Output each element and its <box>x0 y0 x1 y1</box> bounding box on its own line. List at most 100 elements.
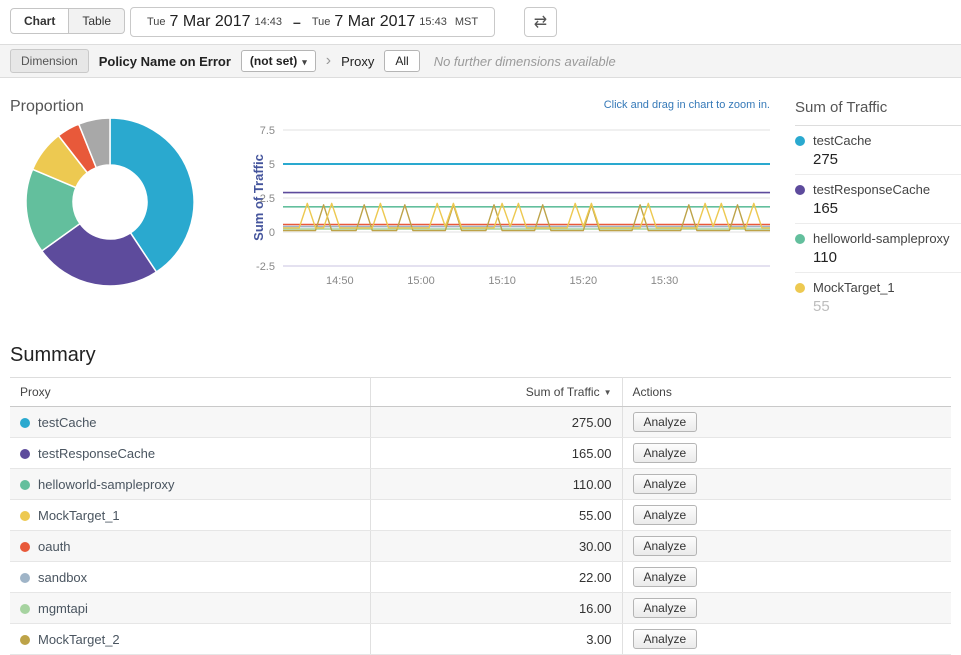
actions-cell: Analyze <box>622 500 951 531</box>
proxy-cell: oauth <box>10 531 370 562</box>
traffic-value-cell: 16.00 <box>370 593 622 624</box>
chevron-down-icon: ▾ <box>302 57 307 67</box>
legend-item[interactable]: MockTarget_1 55 <box>795 273 961 321</box>
column-header-traffic-label: Sum of Traffic <box>526 385 600 399</box>
traffic-value-cell: 30.00 <box>370 531 622 562</box>
legend-items: testCache275testResponseCache165hellowor… <box>795 126 961 321</box>
traffic-value-cell: 55.00 <box>370 500 622 531</box>
y-tick-label: 0 <box>269 227 275 239</box>
actions-cell: Analyze <box>622 469 951 500</box>
legend-item-name: helloworld-sampleproxy <box>813 231 950 246</box>
date-range-picker[interactable]: Tue 7 Mar 2017 14:43 – Tue 7 Mar 2017 15… <box>130 7 495 37</box>
dimension-chip[interactable]: Dimension <box>10 49 89 73</box>
table-row: sandbox22.00 Analyze <box>10 562 951 593</box>
chart-view-button[interactable]: Chart <box>10 8 69 34</box>
x-tick-label: 14:50 <box>326 275 354 287</box>
table-view-button[interactable]: Table <box>69 8 125 34</box>
y-tick-label: -2.5 <box>256 261 275 273</box>
proxy-dimension-label: Proxy <box>341 54 374 69</box>
analyze-button[interactable]: Analyze <box>633 567 698 587</box>
analyze-button[interactable]: Analyze <box>633 505 698 525</box>
traffic-value-cell: 3.00 <box>370 624 622 655</box>
x-tick-label: 15:10 <box>488 275 516 287</box>
proxy-name: MockTarget_1 <box>38 508 120 523</box>
refresh-button[interactable]: ⇄ <box>524 7 557 37</box>
proportion-title: Proportion <box>10 98 84 116</box>
proxy-name: testCache <box>38 415 97 430</box>
proxy-color-dot <box>20 542 30 552</box>
legend-item[interactable]: helloworld-sampleproxy110 <box>795 224 961 273</box>
proxy-name: testResponseCache <box>38 446 155 461</box>
top-toolbar: Chart Table Tue 7 Mar 2017 14:43 – Tue 7… <box>0 0 961 44</box>
traffic-value-cell: 275.00 <box>370 407 622 438</box>
summary-table-body: testCache 275.00 Analyze testResponseCache 1… <box>10 407 951 655</box>
table-row: MockTarget_1 55.00 Analyze <box>10 500 951 531</box>
actions-cell: Analyze <box>622 438 951 469</box>
x-tick-label: 15:20 <box>570 275 598 287</box>
legend-item-name: MockTarget_1 <box>813 280 895 295</box>
policy-dimension-label: Policy Name on Error <box>99 54 231 69</box>
traffic-value-cell: 165.00 <box>370 438 622 469</box>
legend-color-dot <box>795 185 805 195</box>
table-row: mgmtapi 16.00 Analyze <box>10 593 951 624</box>
proxy-cell: testCache <box>10 407 370 438</box>
analyze-button[interactable]: Analyze <box>633 474 698 494</box>
proxy-color-dot <box>20 449 30 459</box>
actions-cell: Analyze <box>622 531 951 562</box>
table-row: testResponseCache 165.00 Analyze <box>10 438 951 469</box>
column-header-proxy[interactable]: Proxy <box>10 378 370 407</box>
proxy-cell: helloworld-sampleproxy <box>10 469 370 500</box>
end-time: 15:43 <box>419 16 447 28</box>
legend-item-value: 55 <box>813 298 961 315</box>
policy-value-dropdown[interactable]: (not set) ▾ <box>241 50 316 72</box>
proxy-color-dot <box>20 418 30 428</box>
end-day: Tue <box>312 16 331 28</box>
x-tick-label: 15:30 <box>651 275 679 287</box>
chevron-right-icon: › <box>326 53 331 69</box>
proxy-color-dot <box>20 573 30 583</box>
proxy-name: mgmtapi <box>38 601 88 616</box>
column-header-traffic[interactable]: Sum of Traffic▼ <box>370 378 622 407</box>
proxy-name: MockTarget_2 <box>38 632 120 647</box>
proportion-donut <box>12 116 208 288</box>
start-day: Tue <box>147 16 166 28</box>
chart-legend: Sum of Traffic testCache275testResponseC… <box>795 99 961 321</box>
date-range-dash: – <box>293 14 301 30</box>
legend-item[interactable]: testResponseCache165 <box>795 175 961 224</box>
traffic-value-cell: 110.00 <box>370 469 622 500</box>
summary-title: Summary <box>10 344 96 367</box>
proxy-cell: sandbox <box>10 562 370 593</box>
legend-item-name: testCache <box>813 133 872 148</box>
proxy-cell: mgmtapi <box>10 593 370 624</box>
legend-title: Sum of Traffic <box>795 99 961 126</box>
analyze-button[interactable]: Analyze <box>633 629 698 649</box>
legend-color-dot <box>795 234 805 244</box>
column-header-proxy-label: Proxy <box>20 385 51 399</box>
policy-value: (not set) <box>250 54 297 68</box>
legend-color-dot <box>795 283 805 293</box>
line-chart-svg[interactable]: 7.552.50-2.514:5015:0015:1015:2015:30 <box>225 118 777 298</box>
proxy-cell: MockTarget_2 <box>10 624 370 655</box>
start-date: 7 Mar 2017 <box>170 13 251 31</box>
legend-item-name: testResponseCache <box>813 182 930 197</box>
analyze-button[interactable]: Analyze <box>633 536 698 556</box>
proxy-color-dot <box>20 511 30 521</box>
dimension-bar: Dimension Policy Name on Error (not set)… <box>0 44 961 78</box>
proxy-all-button[interactable]: All <box>384 50 419 72</box>
table-row: MockTarget_2 3.00 Analyze <box>10 624 951 655</box>
traffic-value-cell: 22.00 <box>370 562 622 593</box>
proxy-name: oauth <box>38 539 71 554</box>
y-tick-label: 2.5 <box>260 193 275 205</box>
analyze-button[interactable]: Analyze <box>633 412 698 432</box>
analyze-button[interactable]: Analyze <box>633 598 698 618</box>
actions-cell: Analyze <box>622 624 951 655</box>
table-row: oauth 30.00 Analyze <box>10 531 951 562</box>
analyze-button[interactable]: Analyze <box>633 443 698 463</box>
proxy-cell: MockTarget_1 <box>10 500 370 531</box>
y-tick-label: 7.5 <box>260 125 275 137</box>
zoom-hint: Click and drag in chart to zoom in. <box>580 99 770 111</box>
column-header-actions-label: Actions <box>633 385 672 399</box>
end-date: 7 Mar 2017 <box>334 13 415 31</box>
legend-item[interactable]: testCache275 <box>795 126 961 175</box>
y-tick-label: 5 <box>269 159 275 171</box>
